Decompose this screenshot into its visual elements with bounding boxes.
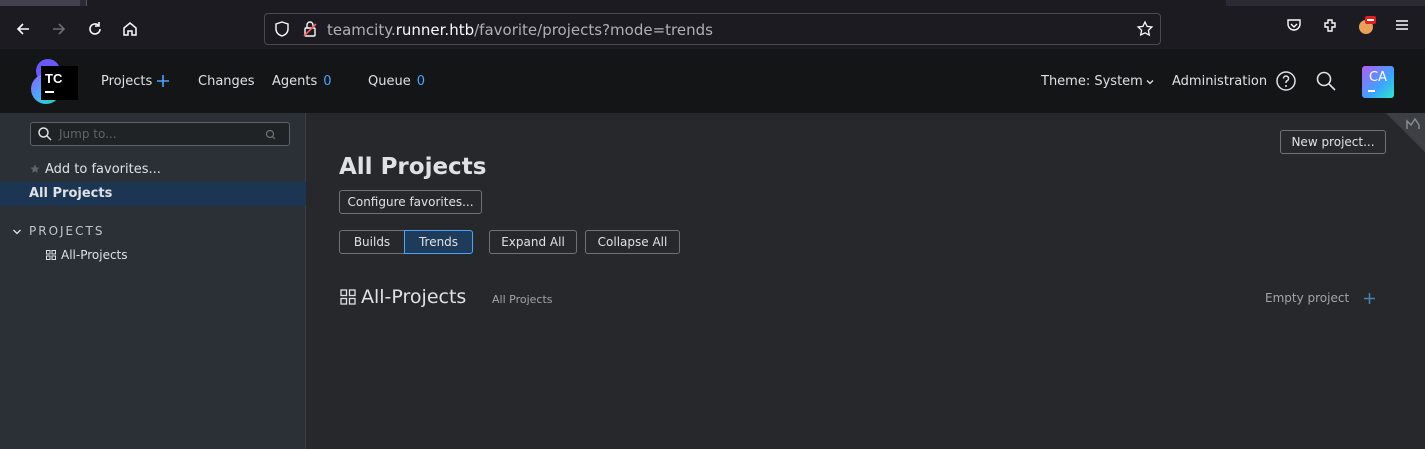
tab-trends[interactable]: Trends <box>404 230 473 254</box>
shield-icon[interactable] <box>273 20 291 38</box>
nav-projects-label: Projects <box>101 74 153 89</box>
new-project-button[interactable]: New project... <box>1280 130 1386 154</box>
extension-badge-icon[interactable] <box>1357 14 1377 36</box>
project-grid-icon <box>46 250 56 260</box>
avatar-initials: CA <box>1369 70 1387 85</box>
theme-selector[interactable]: Theme: System <box>1041 74 1154 89</box>
chevron-down-icon[interactable] <box>12 227 22 237</box>
collapse-all-button[interactable]: Collapse All <box>585 230 680 254</box>
url-prefix: teamcity. <box>327 21 396 39</box>
menu-icon[interactable] <box>1393 16 1411 34</box>
projects-section-title[interactable]: PROJECTS <box>29 224 104 238</box>
pocket-icon[interactable] <box>1285 16 1303 34</box>
nav-queue-label: Queue <box>368 74 411 89</box>
extensions-icon[interactable] <box>1321 16 1339 34</box>
jump-to-search-input[interactable]: Jump to... <box>30 122 290 146</box>
tab-builds[interactable]: Builds <box>339 230 405 254</box>
tab-inactive[interactable] <box>0 0 80 6</box>
nav-agents[interactable]: Agents 0 <box>272 74 332 89</box>
tab-active[interactable] <box>86 0 1226 6</box>
url-bar[interactable]: teamcity.runner.htb/favorite/projects?mo… <box>264 13 1161 45</box>
lock-insecure-icon[interactable] <box>301 20 319 38</box>
expand-all-button[interactable]: Expand All <box>489 230 577 254</box>
search-shortcut-icon <box>265 129 276 140</box>
nav-changes-label: Changes <box>198 74 255 89</box>
nav-queue[interactable]: Queue 0 <box>368 74 425 89</box>
project-heading-link[interactable]: All-Projects <box>361 286 466 308</box>
teamcity-logo[interactable]: TC <box>30 57 78 105</box>
back-button[interactable] <box>10 16 36 42</box>
add-to-favorites-link[interactable]: Add to favorites... <box>45 162 161 177</box>
logo-text: TC <box>45 71 63 86</box>
url-text[interactable]: teamcity.runner.htb/favorite/projects?mo… <box>327 21 713 39</box>
agents-count: 0 <box>323 74 332 89</box>
url-path: /favorite/projects?mode=trends <box>474 21 713 39</box>
tab-strip <box>0 0 1425 6</box>
theme-label: Theme: System <box>1041 74 1143 89</box>
arrow-right-icon <box>53 23 66 35</box>
nav-projects[interactable]: Projects <box>101 74 152 89</box>
home-button[interactable] <box>117 16 143 42</box>
empty-project-label: Empty project <box>1265 291 1350 305</box>
bookmark-star-icon[interactable] <box>1136 20 1154 38</box>
url-host: runner.htb <box>395 21 475 39</box>
user-avatar[interactable]: CA <box>1362 66 1394 98</box>
search-placeholder: Jump to... <box>59 127 117 141</box>
search-icon <box>38 127 52 141</box>
nav-administration[interactable]: Administration <box>1172 74 1267 89</box>
search-icon[interactable] <box>1314 69 1338 93</box>
add-subproject-plus-icon[interactable] <box>1363 292 1376 305</box>
page-title: All Projects <box>339 154 487 180</box>
reload-icon <box>89 22 101 35</box>
queue-count: 0 <box>416 74 425 89</box>
arrow-left-icon <box>16 23 29 35</box>
sidebar-item-all-projects-label: All Projects <box>29 186 113 201</box>
configure-favorites-button[interactable]: Configure favorites... <box>339 190 482 214</box>
project-description: All Projects <box>492 293 553 306</box>
administration-label: Administration <box>1172 74 1268 89</box>
nav-agents-label: Agents <box>272 74 318 89</box>
sidebar-project-all-projects[interactable]: All-Projects <box>61 248 128 262</box>
help-icon[interactable] <box>1274 69 1298 93</box>
nav-changes[interactable]: Changes <box>198 74 255 89</box>
forward-button[interactable] <box>46 16 72 42</box>
plugin-corner-icon[interactable] <box>1405 116 1423 132</box>
browser-toolbar: teamcity.runner.htb/favorite/projects?mo… <box>0 0 1425 49</box>
chevron-down-icon <box>1146 79 1154 84</box>
reload-button[interactable] <box>82 16 108 42</box>
home-icon <box>123 22 137 36</box>
add-project-plus-icon[interactable] <box>156 74 170 88</box>
star-icon <box>30 164 40 173</box>
project-grid-icon <box>340 289 356 305</box>
